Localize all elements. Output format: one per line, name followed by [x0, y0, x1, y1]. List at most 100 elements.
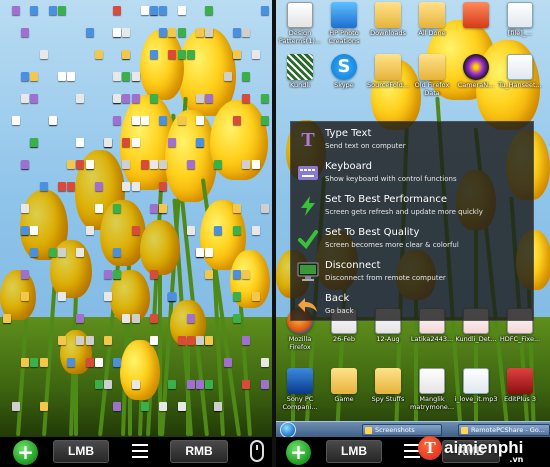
desktop-icon[interactable] [252, 226, 260, 235]
desktop-icon[interactable] [122, 138, 130, 147]
desktop-icon[interactable]: Old Firefox Data [410, 54, 454, 97]
desktop-icon[interactable] [261, 94, 269, 103]
desktop-icon[interactable] [224, 358, 232, 367]
desktop-icon[interactable] [242, 160, 250, 169]
desktop-icon[interactable] [113, 270, 121, 279]
desktop-icon[interactable] [178, 402, 186, 411]
desktop-icon[interactable] [58, 6, 66, 15]
desktop-icon[interactable] [233, 204, 241, 213]
desktop-icon[interactable] [150, 314, 158, 323]
desktop-icon[interactable] [205, 28, 213, 37]
desktop-icon[interactable] [187, 314, 195, 323]
desktop-icon[interactable] [141, 116, 149, 125]
desktop-icon[interactable] [242, 380, 250, 389]
desktop-icon[interactable] [233, 314, 241, 323]
desktop-icon[interactable] [150, 160, 158, 169]
desktop-icon[interactable] [21, 358, 29, 367]
desktop-icon[interactable] [113, 94, 121, 103]
desktop-icon[interactable] [141, 402, 149, 411]
desktop-icon[interactable] [159, 182, 167, 191]
desktop-icon[interactable] [104, 336, 112, 345]
desktop-icon[interactable] [40, 182, 48, 191]
desktop-icon[interactable] [261, 204, 269, 213]
desktop-icon[interactable] [252, 160, 260, 169]
desktop-icon[interactable] [67, 72, 75, 81]
desktop-icon[interactable] [187, 336, 195, 345]
desktop-icon[interactable]: i_love_it.mp3 [454, 368, 498, 404]
desktop-icon[interactable]: HP Photo Creations [322, 2, 366, 45]
desktop-icon[interactable] [113, 116, 121, 125]
desktop-icon[interactable] [205, 6, 213, 15]
desktop-icon[interactable] [150, 50, 158, 59]
desktop-icon[interactable] [104, 292, 112, 301]
desktop-icon[interactable] [30, 248, 38, 257]
desktop-icon[interactable] [196, 116, 204, 125]
desktop-icon[interactable]: Downloads [366, 2, 410, 38]
desktop-icon[interactable] [242, 94, 250, 103]
desktop-icon[interactable] [76, 160, 84, 169]
desktop-icon[interactable] [76, 248, 84, 257]
desktop-icon[interactable] [21, 72, 29, 81]
desktop-icon[interactable]: Manglik matrymone... [410, 368, 454, 411]
desktop-icon[interactable] [21, 94, 29, 103]
desktop-icon[interactable] [113, 28, 121, 37]
desktop-icon[interactable]: Tu_Hanseet... [498, 54, 542, 90]
menu-item-keyboard[interactable]: Keyboard Show keyboard with control func… [291, 157, 535, 190]
desktop-icon[interactable] [122, 182, 130, 191]
desktop-icon[interactable] [86, 28, 94, 37]
desktop-icon[interactable] [58, 248, 66, 257]
desktop-icon[interactable] [132, 380, 140, 389]
desktop-icon[interactable] [159, 160, 167, 169]
start-button[interactable] [280, 422, 296, 437]
desktop-icon[interactable] [159, 402, 167, 411]
desktop-icon[interactable] [132, 94, 140, 103]
desktop-icon[interactable] [122, 314, 130, 323]
desktop-icon[interactable] [187, 50, 195, 59]
left-mouse-button[interactable]: LMB [326, 440, 382, 463]
desktop-icon[interactable] [104, 270, 112, 279]
desktop-icon[interactable] [150, 204, 158, 213]
left-remote-screen[interactable] [0, 0, 272, 437]
desktop-icon[interactable] [214, 226, 222, 235]
desktop-icon[interactable] [40, 402, 48, 411]
desktop-icon[interactable] [168, 292, 176, 301]
desktop-icon[interactable] [214, 402, 222, 411]
desktop-icon[interactable] [113, 358, 121, 367]
desktop-icon[interactable] [30, 94, 38, 103]
desktop-icon[interactable] [178, 6, 186, 15]
desktop-icon[interactable] [178, 336, 186, 345]
right-mouse-button[interactable]: RMB [170, 440, 228, 463]
desktop-icon[interactable]: SourceFold... [366, 54, 410, 90]
desktop-icon[interactable] [261, 6, 269, 15]
desktop-icon[interactable] [233, 50, 241, 59]
desktop-icon[interactable] [242, 72, 250, 81]
menu-item-back[interactable]: Back Go back [291, 289, 535, 322]
desktop-icon[interactable] [21, 226, 29, 235]
desktop-icon[interactable] [454, 2, 498, 30]
desktop-icon[interactable]: CameraN... [454, 54, 498, 90]
desktop-icon[interactable] [58, 336, 66, 345]
desktop-icon[interactable] [168, 28, 176, 37]
desktop-icon[interactable]: Spy Stuffs [366, 368, 410, 404]
desktop-icon[interactable] [113, 402, 121, 411]
desktop-icon[interactable] [67, 358, 75, 367]
desktop-icon[interactable]: Game [322, 368, 366, 404]
desktop-icon[interactable] [21, 28, 29, 37]
desktop-icon[interactable] [21, 270, 29, 279]
desktop-icon[interactable] [86, 336, 94, 345]
menu-item-best-performance[interactable]: Set To Best Performance Screen gets refr… [291, 190, 535, 223]
desktop-icon[interactable] [122, 94, 130, 103]
desktop-icon[interactable] [76, 94, 84, 103]
desktop-icon[interactable] [104, 138, 112, 147]
desktop-icon[interactable] [40, 358, 48, 367]
desktop-icon[interactable] [196, 28, 204, 37]
desktop-icon[interactable] [49, 248, 57, 257]
desktop-icon[interactable] [150, 6, 158, 15]
desktop-icon[interactable] [205, 336, 213, 345]
desktop-icon[interactable] [159, 6, 167, 15]
desktop-icon[interactable] [141, 160, 149, 169]
desktop-icon[interactable] [86, 226, 94, 235]
add-button[interactable]: + [286, 440, 311, 465]
desktop-icon[interactable] [76, 138, 84, 147]
desktop-icon[interactable]: Sony PC Compani... [278, 368, 322, 411]
